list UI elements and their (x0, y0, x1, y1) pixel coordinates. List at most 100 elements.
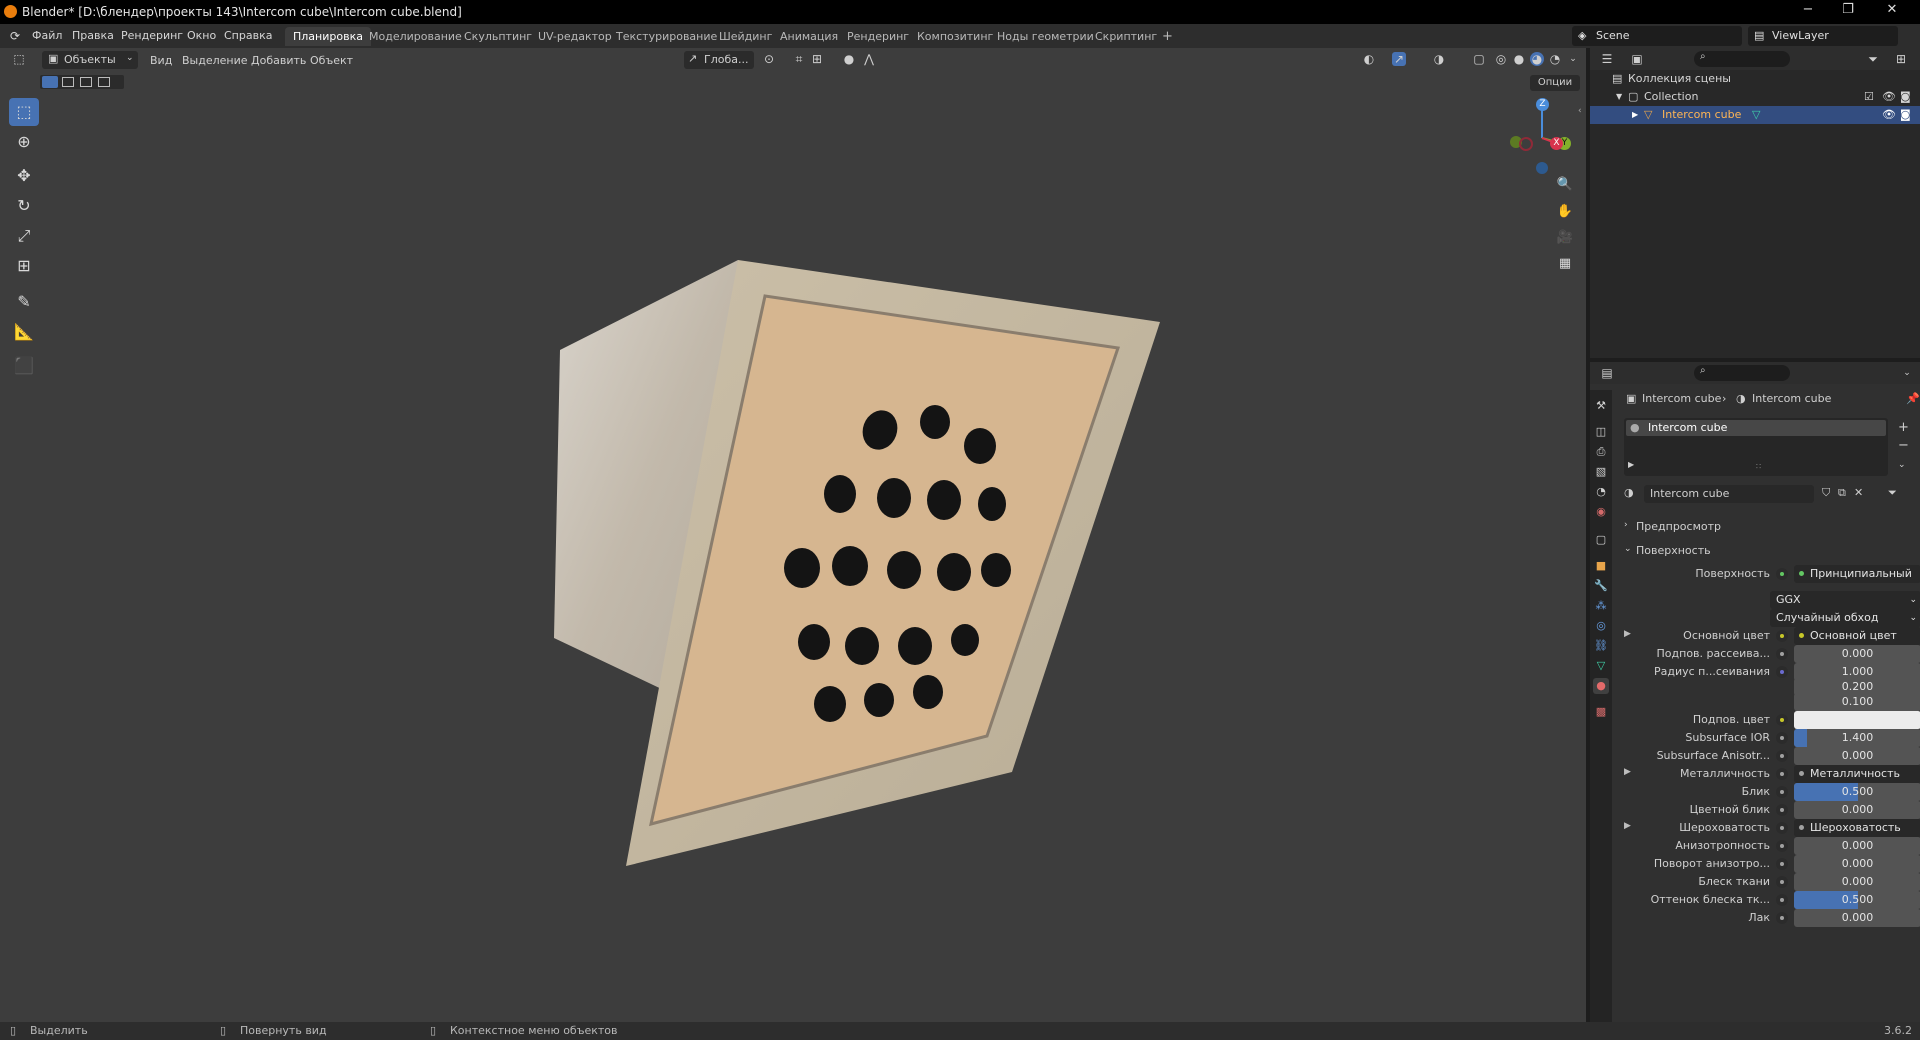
socket-link-icon[interactable] (1776, 804, 1788, 816)
material-shading-icon[interactable]: ◕ (1530, 52, 1544, 66)
tab-sculpting[interactable]: Скульптинг (456, 27, 540, 46)
expand-arrow-icon[interactable]: ▶ (1624, 821, 1631, 831)
remove-slot-icon[interactable]: − (1898, 438, 1909, 453)
tab-rendering[interactable]: Рендеринг (839, 27, 917, 46)
add-cube-tool-icon[interactable]: ⬛ (9, 352, 39, 380)
view-layer-selector[interactable]: ▤ ViewLayer (1748, 26, 1898, 46)
filter-icon[interactable]: ⏷ (1866, 52, 1880, 66)
properties-editor-icon[interactable]: ▤ (1600, 366, 1614, 380)
scale-tool-icon[interactable]: ⤢ (9, 222, 39, 250)
menu-object[interactable]: Объект (310, 54, 353, 67)
resize-grip-icon[interactable]: ∷ (1756, 462, 1761, 471)
camera-render-icon[interactable]: ◙ (1900, 88, 1911, 106)
chevron-down-icon[interactable]: ⌄ (1900, 366, 1914, 380)
menu-edit[interactable]: Правка (72, 29, 114, 42)
socket-link-icon[interactable] (1776, 822, 1788, 834)
number-field[interactable]: 0.000 (1794, 837, 1920, 855)
mode-dropdown[interactable]: ▣ Объекты ⌄ (42, 51, 138, 69)
camera-render-icon[interactable]: ◙ (1900, 106, 1911, 124)
pan-hand-icon[interactable]: ✋ (1553, 200, 1577, 224)
socket-link-icon[interactable] (1776, 876, 1788, 888)
sidebar-toggle-icon[interactable]: ‹ (1578, 106, 1582, 116)
socket-link-icon[interactable] (1776, 768, 1788, 780)
rendered-shading-icon[interactable]: ◔ (1548, 52, 1562, 66)
display-mode-icon[interactable]: ▣ (1630, 52, 1644, 66)
tool-tab-icon[interactable]: ⚒ (1593, 398, 1609, 414)
transform-tool-icon[interactable]: ⊞ (9, 252, 39, 280)
add-slot-icon[interactable]: + (1898, 420, 1909, 435)
dropdown-field[interactable]: Случайный обход ⌄ (1770, 609, 1920, 627)
3d-viewport[interactable]: ⬚ ▣ Объекты ⌄ Вид Выделение Добавить Объ… (0, 48, 1586, 1022)
material-name-field[interactable]: Intercom cube (1644, 485, 1814, 503)
measure-tool-icon[interactable]: 📐 (9, 318, 39, 346)
select-mode-buttons[interactable] (40, 75, 124, 89)
outliner-object-row[interactable]: ▶ ▽ Intercom cube ▽ 👁 ◙ (1590, 106, 1920, 124)
close-button[interactable]: ✕ (1872, 2, 1912, 22)
panel-surface[interactable]: ⌄ Поверхность (1624, 542, 1918, 560)
outliner-collection[interactable]: ▼ ▢ Collection ☑ 👁 ◙ (1590, 88, 1920, 106)
blender-menu-icon[interactable]: ⟳ (10, 29, 20, 43)
overlay-icon[interactable]: ◑ (1432, 52, 1446, 66)
world-tab-icon[interactable]: ◉ (1593, 504, 1609, 520)
move-tool-icon[interactable]: ✥ (9, 162, 39, 190)
number-field[interactable]: 0.000 (1794, 873, 1920, 891)
solid-shading-icon[interactable]: ● (1512, 52, 1526, 66)
socket-link-icon[interactable] (1776, 894, 1788, 906)
dropdown-field[interactable]: GGX ⌄ (1770, 591, 1920, 609)
tab-modeling[interactable]: Моделирование (361, 27, 470, 46)
proportional-edit-icon[interactable]: ● (842, 52, 856, 66)
maximize-button[interactable]: ❐ (1828, 2, 1868, 22)
shading-options-icon[interactable]: ⌄ (1566, 52, 1580, 66)
tab-compositing[interactable]: Композитинг (909, 27, 1001, 46)
socket-link-icon[interactable] (1776, 568, 1788, 580)
mesh-data-icon[interactable]: ▽ (1752, 106, 1760, 124)
socket-link-icon[interactable] (1776, 750, 1788, 762)
number-field[interactable]: 0.000 (1794, 645, 1920, 663)
tab-texture-paint[interactable]: Текстурирование (608, 27, 725, 46)
number-field[interactable]: 0.500 (1794, 783, 1920, 801)
socket-link-icon[interactable] (1776, 648, 1788, 660)
fake-user-shield-icon[interactable]: ⛉ (1822, 486, 1830, 500)
menu-render[interactable]: Рендеринг (121, 29, 183, 42)
add-workspace-button[interactable]: + (1154, 27, 1181, 46)
transform-orientation-dropdown[interactable]: ↗ Глоба... (684, 51, 754, 69)
menu-file[interactable]: Файл (32, 29, 62, 42)
tab-shading[interactable]: Шейдинг (711, 27, 780, 46)
intercom-cube-object[interactable] (540, 248, 1180, 868)
panel-preview[interactable]: › Предпросмотр (1624, 518, 1918, 536)
slot-menu-icon[interactable]: ⌄ (1898, 460, 1906, 470)
material-slot-list[interactable]: ● Intercom cube ▶ ∷ (1624, 418, 1888, 476)
socket-link-icon[interactable] (1776, 786, 1788, 798)
material-slot-row[interactable]: ● Intercom cube (1626, 420, 1886, 436)
outliner-search-input[interactable]: ⌕ (1694, 51, 1790, 67)
z-axis-label[interactable]: Z (1536, 98, 1549, 111)
expand-arrow-icon[interactable]: ▶ (1632, 106, 1638, 124)
minimize-button[interactable]: − (1788, 2, 1828, 22)
menu-select[interactable]: Выделение (182, 54, 248, 67)
grid-perspective-icon[interactable]: ▦ (1553, 252, 1577, 276)
eye-icon[interactable]: 👁 (1882, 88, 1896, 106)
x-axis-label[interactable]: X (1550, 137, 1563, 150)
gizmo-toggle-icon[interactable]: ↗ (1392, 52, 1406, 66)
tab-layout[interactable]: Планировка (285, 27, 371, 46)
select-invert-icon[interactable] (98, 77, 110, 87)
pin-icon[interactable]: 📌 (1906, 392, 1920, 405)
eye-icon[interactable]: 👁 (1882, 106, 1896, 124)
expand-arrow-icon[interactable]: ▶ (1624, 767, 1631, 777)
cursor-tool-icon[interactable]: ⊕ (9, 128, 39, 156)
socket-link-icon[interactable] (1776, 858, 1788, 870)
view-layer-tab-icon[interactable]: ▧ (1593, 464, 1609, 480)
rotate-tool-icon[interactable]: ↻ (9, 192, 39, 220)
camera-icon[interactable]: 🎥 (1553, 226, 1577, 250)
number-field[interactable]: 0.000 (1794, 855, 1920, 873)
annotate-tool-icon[interactable]: ✎ (9, 288, 39, 316)
socket-link-icon[interactable] (1776, 714, 1788, 726)
select-box-tool-icon[interactable]: ⬚ (9, 98, 39, 126)
properties-search-input[interactable]: ⌕ (1694, 365, 1790, 381)
falloff-icon[interactable]: ⋀ (862, 52, 876, 66)
new-collection-icon[interactable]: ⊞ (1894, 52, 1908, 66)
scene-selector[interactable]: ◈ Scene (1572, 26, 1742, 46)
exclude-checkbox-icon[interactable]: ☑ (1864, 88, 1874, 106)
number-field[interactable]: 0.000 (1794, 747, 1920, 765)
wireframe-shading-icon[interactable]: ◎ (1494, 52, 1508, 66)
